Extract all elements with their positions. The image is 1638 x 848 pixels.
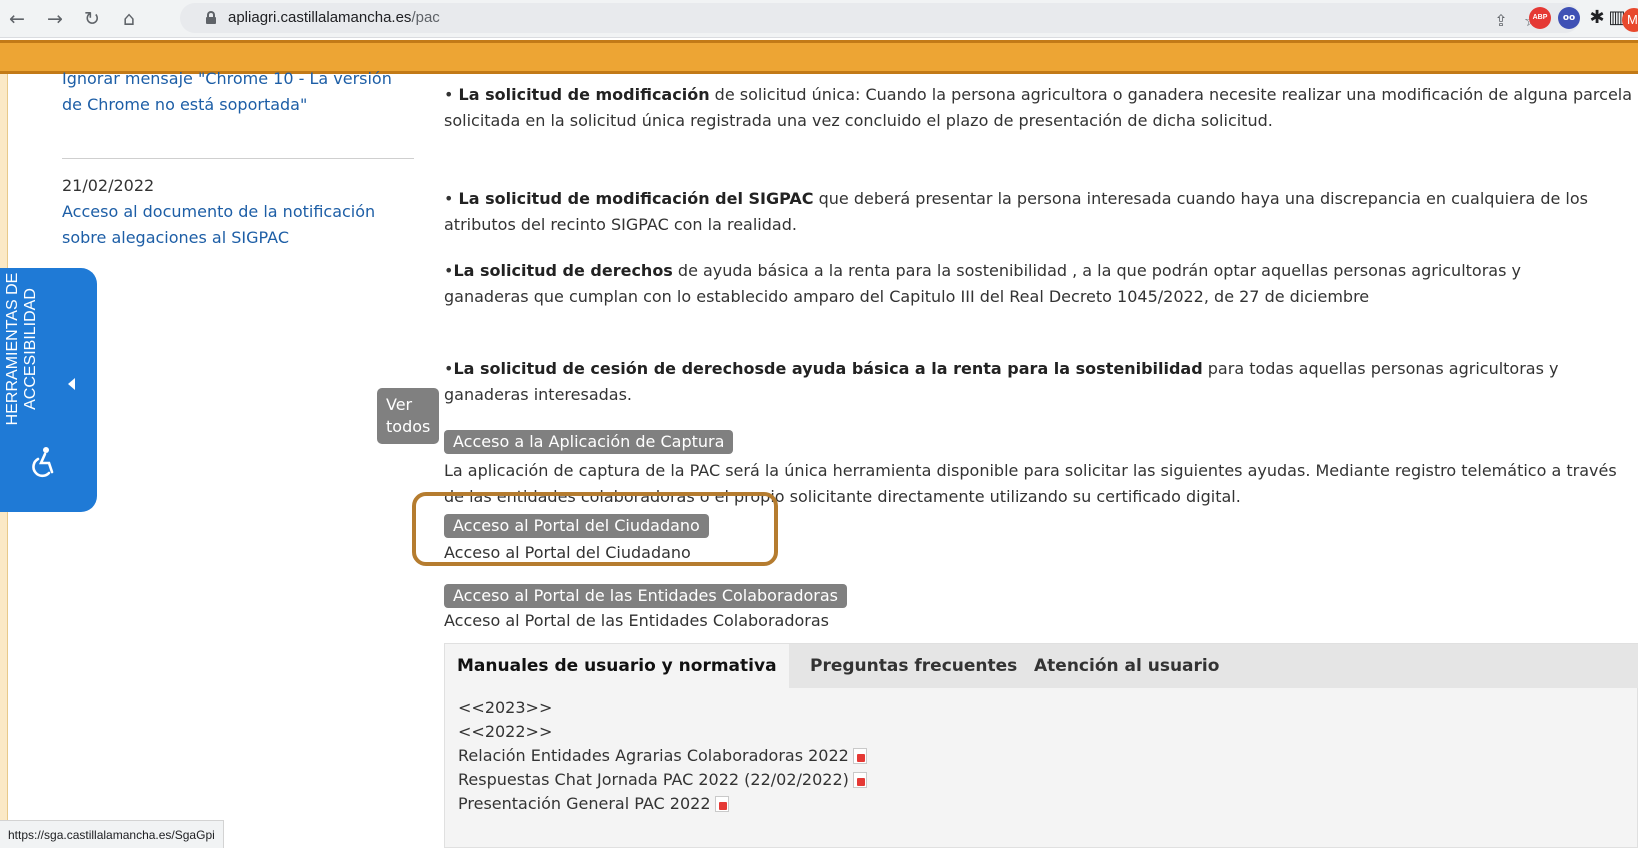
document-link[interactable]: Relación Entidades Agrarias Colaboradora… [458,746,849,765]
paragraph-cesion-derechos: •La solicitud de cesión de derechosde ay… [444,356,1634,408]
list-item[interactable]: Presentación General PAC 2022 [458,792,867,816]
accessibility-label-line: HERRAMIENTAS DE [4,272,21,426]
tabs-bar: Manuales de usuario y normativa Pregunta… [445,644,1638,688]
document-link[interactable]: Presentación General PAC 2022 [458,794,711,813]
paragraph-bold-lead: La solicitud de derechos [453,261,673,280]
acceso-portal-entidades-button[interactable]: Acceso al Portal de las Entidades Colabo… [444,584,848,608]
paragraph-bold-lead: La solicitud de modificación del SIGPAC [458,189,814,208]
acceso-captura-button[interactable]: Acceso a la Aplicación de Captura [444,430,734,454]
adblock-extension-icon[interactable]: ABP [1529,7,1551,29]
news-item: Ignorar mensaje "Chrome 10 - La versión … [62,66,422,142]
divider [62,158,414,159]
tab-atencion-usuario[interactable]: Atención al usuario [1022,644,1231,688]
news-link[interactable]: Acceso al documento de la notificación s… [62,199,382,251]
pdf-icon[interactable] [852,748,867,764]
accessibility-tab-label: HERRAMIENTAS DE ACCESIBILIDAD [4,264,40,434]
home-icon[interactable]: ⌂ [116,6,142,32]
reload-icon[interactable]: ↻ [79,6,105,32]
accessibility-label-line: ACCESIBILIDAD [22,288,39,410]
news-date: 21/02/2022 [62,176,155,195]
tab-manuales[interactable]: Manuales de usuario y normativa [445,644,789,688]
extension-icon[interactable]: oo [1558,7,1580,29]
paragraph-modificacion: • La solicitud de modificación de solici… [444,82,1634,134]
year-link[interactable]: <<2022>> [458,722,552,741]
document-link[interactable]: Respuestas Chat Jornada PAC 2022 (22/02/… [458,770,849,789]
lock-icon [206,11,216,24]
news-sidebar: Ignorar mensaje "Chrome 10 - La versión … [62,69,440,444]
paragraph-bold-lead: La solicitud de modificación [458,85,710,104]
url-path: /pac [411,9,440,26]
bullet: • [444,85,459,104]
paragraph-derechos: •La solicitud de derechos de ayuda básic… [444,258,1564,310]
list-item[interactable]: <<2022>> [458,720,867,744]
share-icon[interactable]: ⇪ [1490,10,1512,32]
collapse-arrow-icon[interactable] [68,378,75,390]
accessibility-tools-tab[interactable]: HERRAMIENTAS DE ACCESIBILIDAD [0,268,97,512]
tabs-panel: Manuales de usuario y normativa Pregunta… [444,643,1638,848]
back-arrow-icon[interactable]: ← [4,6,30,32]
forward-arrow-icon[interactable]: → [42,6,68,32]
paragraph-bold-lead: La solicitud de cesión de derechosde ayu… [453,359,1203,378]
accessibility-icon [32,447,54,478]
manuales-list: <<2023>> <<2022>> Relación Entidades Agr… [458,696,867,816]
list-item[interactable]: Respuestas Chat Jornada PAC 2022 (22/02/… [458,768,867,792]
url-host: apliagri.castillalamancha.es [228,9,412,26]
pdf-icon[interactable] [852,772,867,788]
status-url-bubble: https://sga.castillalamancha.es/SgaGpi [0,820,224,848]
ver-todos-button[interactable]: Ver todos [377,388,440,444]
paragraph-modificacion-sigpac: • La solicitud de modificación del SIGPA… [444,186,1634,238]
year-link[interactable]: <<2023>> [458,698,552,717]
puzzle-extensions-icon[interactable]: ✱ [1586,7,1608,29]
annotation-highlight [412,492,778,566]
address-bar[interactable]: apliagri.castillalamancha.es/pac ⇪ ☆ [180,3,1580,33]
list-item[interactable]: Relación Entidades Agrarias Colaboradora… [458,744,867,768]
portal-entidades-description: Acceso al Portal de las Entidades Colabo… [444,611,830,630]
bullet: • [444,189,459,208]
list-item[interactable]: <<2023>> [458,696,867,720]
news-link[interactable]: Ignorar mensaje "Chrome 10 - La versión … [62,66,392,118]
browser-toolbar: ← → ↻ ⌂ apliagri.castillalamancha.es/pac… [0,0,1638,38]
address-url: apliagri.castillalamancha.es/pac [228,9,440,26]
pdf-icon[interactable] [714,796,729,812]
tab-preguntas-frecuentes[interactable]: Preguntas frecuentes [798,644,1029,688]
